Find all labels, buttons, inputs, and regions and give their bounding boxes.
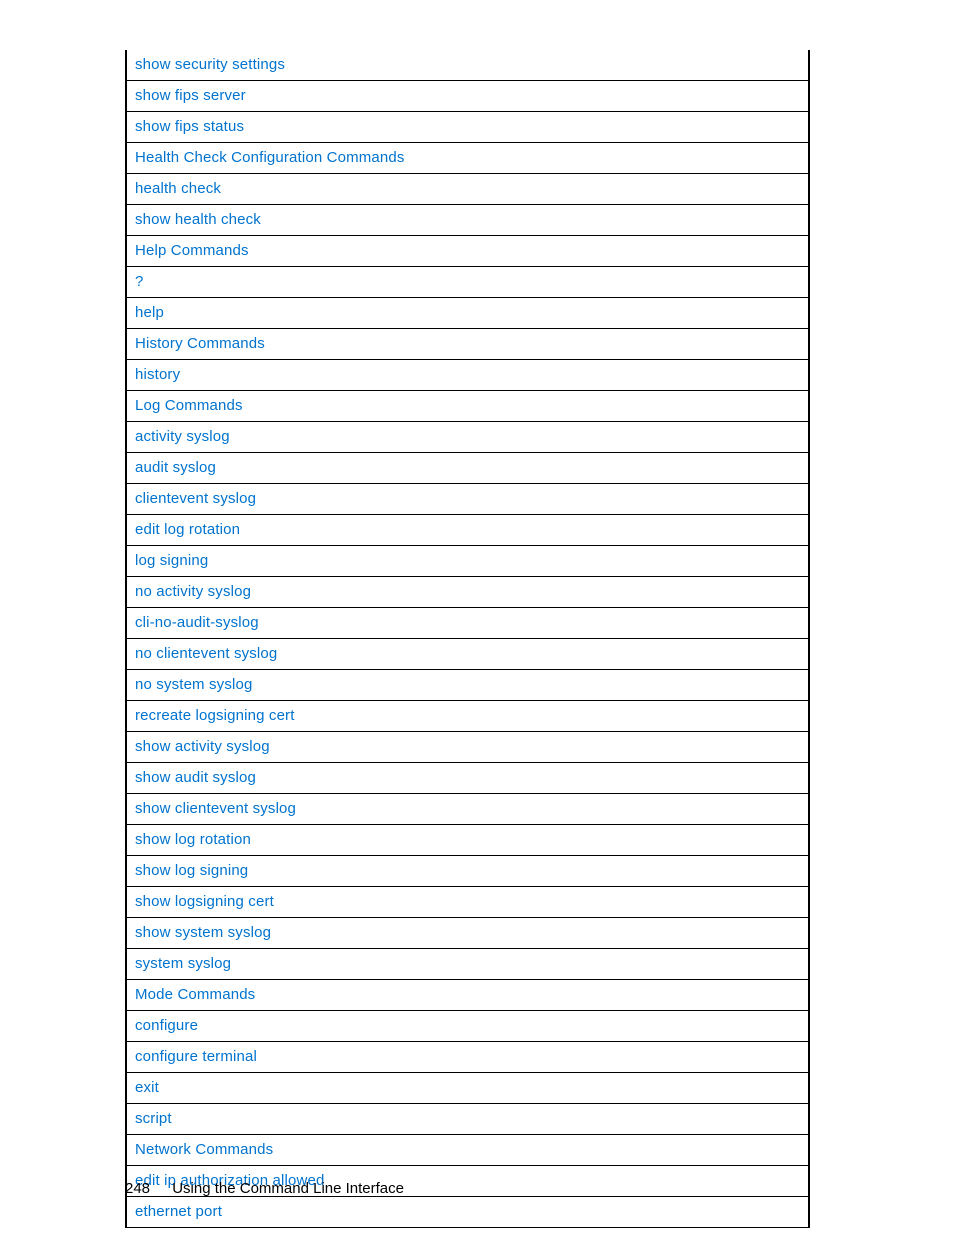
link-exit[interactable]: exit: [135, 1079, 159, 1096]
table-row: audit syslog: [127, 452, 808, 483]
table-row: no system syslog: [127, 669, 808, 700]
link-no-system-syslog[interactable]: no system syslog: [135, 676, 252, 693]
table-row: Mode Commands: [127, 979, 808, 1010]
link-no-clientevent-syslog[interactable]: no clientevent syslog: [135, 645, 277, 662]
table-row: ethernet port: [127, 1196, 808, 1227]
document-page: show security settings show fips server sh…: [0, 0, 954, 1235]
link-mode-commands[interactable]: Mode Commands: [135, 986, 255, 1003]
table-row: no activity syslog: [127, 576, 808, 607]
link-show-system-syslog[interactable]: show system syslog: [135, 924, 271, 941]
table-row: configure terminal: [127, 1041, 808, 1072]
link-show-activity-syslog[interactable]: show activity syslog: [135, 738, 270, 755]
link-help-commands[interactable]: Help Commands: [135, 242, 249, 259]
table-row: no clientevent syslog: [127, 638, 808, 669]
link-ethernet-port[interactable]: ethernet port: [135, 1203, 222, 1220]
link-configure[interactable]: configure: [135, 1017, 198, 1034]
link-show-log-signing[interactable]: show log signing: [135, 862, 248, 879]
link-history-commands[interactable]: History Commands: [135, 335, 265, 352]
table-row: show system syslog: [127, 917, 808, 948]
link-clientevent-syslog[interactable]: clientevent syslog: [135, 490, 256, 507]
table-row: activity syslog: [127, 421, 808, 452]
link-edit-log-rotation[interactable]: edit log rotation: [135, 521, 240, 538]
link-audit-syslog[interactable]: audit syslog: [135, 459, 216, 476]
link-show-health-check[interactable]: show health check: [135, 211, 261, 228]
link-configure-terminal[interactable]: configure terminal: [135, 1048, 257, 1065]
table-row: help: [127, 297, 808, 328]
link-network-commands[interactable]: Network Commands: [135, 1141, 273, 1158]
link-show-audit-syslog[interactable]: show audit syslog: [135, 769, 256, 786]
command-list-table: show security settings show fips server sh…: [125, 50, 810, 1228]
table-row: cli-no-audit-syslog: [127, 607, 808, 638]
table-row: exit: [127, 1072, 808, 1103]
table-row: show logsigning cert: [127, 886, 808, 917]
link-show-fips-server[interactable]: show fips server: [135, 87, 246, 104]
link-log-commands[interactable]: Log Commands: [135, 397, 243, 414]
link-show-security-settings[interactable]: show security settings: [135, 56, 285, 73]
table-row: show activity syslog: [127, 731, 808, 762]
link-activity-syslog[interactable]: activity syslog: [135, 428, 230, 445]
table-row: show fips server: [127, 80, 808, 111]
table-row: Health Check Configuration Commands: [127, 142, 808, 173]
link-script[interactable]: script: [135, 1110, 172, 1127]
table-row: clientevent syslog: [127, 483, 808, 514]
table-row: edit log rotation: [127, 514, 808, 545]
link-no-activity-syslog[interactable]: no activity syslog: [135, 583, 251, 600]
table-row: health check: [127, 173, 808, 204]
link-recreate-logsigning-cert[interactable]: recreate logsigning cert: [135, 707, 295, 724]
table-row: show fips status: [127, 111, 808, 142]
table-row: history: [127, 359, 808, 390]
table-row: recreate logsigning cert: [127, 700, 808, 731]
link-history[interactable]: history: [135, 366, 180, 383]
link-question-mark[interactable]: ?: [135, 273, 144, 290]
link-cli-no-audit-syslog[interactable]: cli-no-audit-syslog: [135, 614, 259, 631]
table-row: ?: [127, 266, 808, 297]
table-row: Log Commands: [127, 390, 808, 421]
table-row: show log rotation: [127, 824, 808, 855]
page-footer: 248 Using the Command Line Interface: [125, 1180, 404, 1197]
link-log-signing[interactable]: log signing: [135, 552, 208, 569]
link-show-logsigning-cert[interactable]: show logsigning cert: [135, 893, 274, 910]
footer-text: Using the Command Line Interface: [172, 1180, 404, 1197]
table-row: log signing: [127, 545, 808, 576]
link-show-log-rotation[interactable]: show log rotation: [135, 831, 251, 848]
table-row: show audit syslog: [127, 762, 808, 793]
table-row: show health check: [127, 204, 808, 235]
table-row: Network Commands: [127, 1134, 808, 1165]
table-row: show log signing: [127, 855, 808, 886]
link-health-check-configuration-commands[interactable]: Health Check Configuration Commands: [135, 149, 405, 166]
table-row: configure: [127, 1010, 808, 1041]
table-row: system syslog: [127, 948, 808, 979]
table-row: show security settings: [127, 50, 808, 80]
table-row: Help Commands: [127, 235, 808, 266]
table-row: show clientevent syslog: [127, 793, 808, 824]
link-help[interactable]: help: [135, 304, 164, 321]
table-row: History Commands: [127, 328, 808, 359]
page-number: 248: [125, 1180, 150, 1197]
table-row: script: [127, 1103, 808, 1134]
link-system-syslog[interactable]: system syslog: [135, 955, 231, 972]
link-show-fips-status[interactable]: show fips status: [135, 118, 244, 135]
link-show-clientevent-syslog[interactable]: show clientevent syslog: [135, 800, 296, 817]
link-health-check[interactable]: health check: [135, 180, 221, 197]
